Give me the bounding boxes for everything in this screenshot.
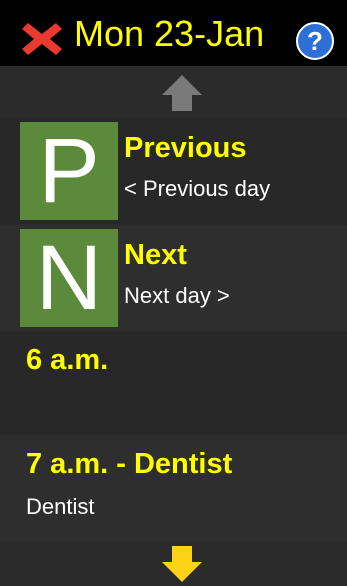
tile-n: N — [20, 229, 118, 327]
item-title: Next — [124, 239, 187, 271]
item-subtitle: Next day > — [124, 283, 230, 308]
page-title: Mon 23-Jan — [74, 13, 265, 54]
scroll-down-button[interactable] — [0, 542, 347, 586]
title-bar: Mon 23-Jan ? — [0, 0, 347, 66]
item-title: Previous — [124, 132, 247, 164]
help-icon[interactable]: ? — [296, 22, 334, 60]
slot-title: 6 a.m. — [26, 344, 109, 376]
slot-title: 7 a.m. - Dentist — [26, 448, 233, 480]
scroll-up-button[interactable] — [0, 67, 347, 117]
slot-subtitle: Dentist — [26, 494, 95, 519]
arrow-down-icon — [162, 546, 202, 582]
item-subtitle: < Previous day — [124, 176, 271, 201]
time-slot-7am[interactable]: 7 a.m. - Dentist Dentist — [0, 436, 347, 541]
tile-p: P — [20, 122, 118, 220]
close-icon[interactable] — [20, 19, 64, 59]
list-item-next[interactable]: N Next Next day > — [0, 225, 347, 331]
list-item-previous[interactable]: P Previous < Previous day — [0, 118, 347, 224]
arrow-up-icon — [162, 75, 202, 111]
time-slot-6am[interactable]: 6 a.m. — [0, 332, 347, 435]
